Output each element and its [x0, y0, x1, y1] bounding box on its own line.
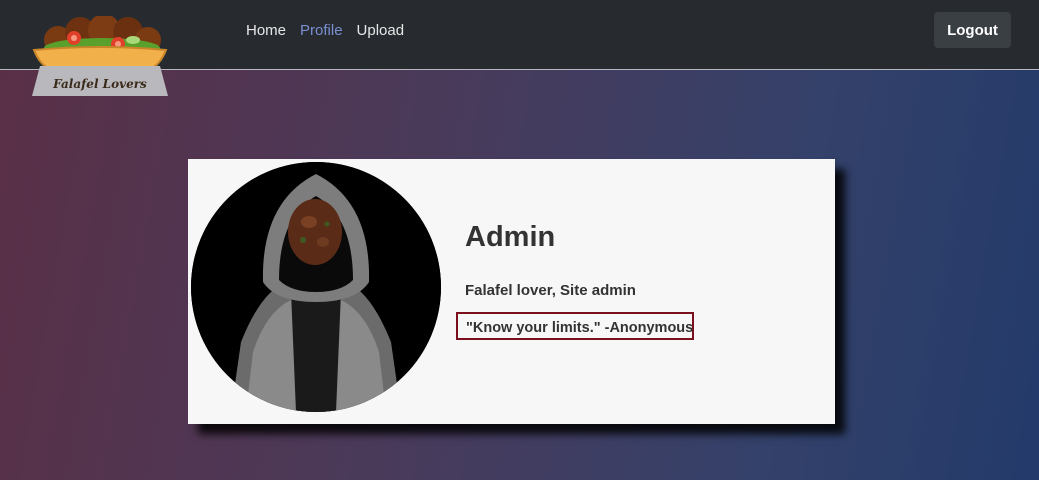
profile-quote: "Know your limits." -Anonymous — [456, 312, 694, 340]
falafel-bowl-logo-icon: Falafel Lovers — [32, 14, 168, 96]
profile-description: Falafel lover, Site admin — [465, 282, 636, 299]
logout-button[interactable]: Logout — [934, 12, 1011, 48]
nav-profile-link[interactable]: Profile — [300, 22, 343, 39]
nav-upload-link[interactable]: Upload — [357, 22, 405, 39]
site-logo[interactable]: Falafel Lovers — [30, 14, 170, 98]
main-nav: Home Profile Upload — [246, 22, 404, 39]
hooded-figure-avatar-icon — [191, 162, 441, 412]
profile-card: Admin Falafel lover, Site admin "Know yo… — [188, 159, 835, 424]
top-navbar: Falafel Lovers Home Profile Upload Logou… — [0, 0, 1039, 96]
nav-home-link[interactable]: Home — [246, 22, 286, 39]
profile-name: Admin — [465, 221, 556, 253]
profile-avatar — [191, 162, 441, 412]
logo-text: Falafel Lovers — [52, 77, 147, 91]
